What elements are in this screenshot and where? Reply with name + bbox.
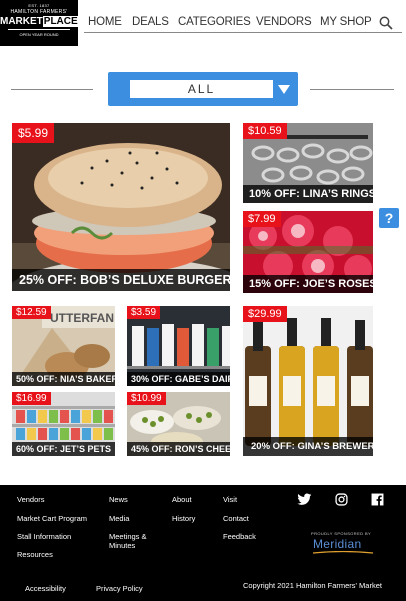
logo-wordmark: MARKETPLACE xyxy=(0,16,79,27)
footer-link-minutes[interactable]: Minutes xyxy=(109,541,135,550)
logo-market: MARKET xyxy=(0,16,43,27)
instagram-icon[interactable] xyxy=(335,493,348,506)
nav-divider xyxy=(84,32,402,33)
logo-place: PLACE xyxy=(42,16,79,27)
copyright: Copyright 2021 Hamilton Farmers' Market xyxy=(243,581,382,590)
category-filter-value: ALL xyxy=(130,80,273,98)
price-tag: $7.99 xyxy=(243,211,281,227)
footer-link-history[interactable]: History xyxy=(172,514,195,523)
price-tag: $29.99 xyxy=(243,306,287,322)
deal-caption: 30% OFF: GABE’S DAIRY xyxy=(127,372,230,386)
footer-link-privacy[interactable]: Privacy Policy xyxy=(96,584,143,593)
footer-link-accessibility[interactable]: Accessibility xyxy=(25,584,66,593)
footer-link-meetings[interactable]: Meetings & xyxy=(109,532,147,541)
search-icon[interactable] xyxy=(379,16,393,30)
help-icon[interactable]: ? xyxy=(379,208,399,228)
facebook-icon[interactable] xyxy=(371,493,384,506)
footer-link-about[interactable]: About xyxy=(172,495,192,504)
price-tag: $16.99 xyxy=(12,392,51,405)
footer-link-news[interactable]: News xyxy=(109,495,128,504)
category-filter-dropdown[interactable]: ALL xyxy=(108,72,298,106)
site-header: EST. 1837 HAMILTON FARMERS' MARKETPLACE … xyxy=(0,0,406,50)
sponsor-logo[interactable]: Meridian xyxy=(313,537,361,551)
site-logo[interactable]: EST. 1837 HAMILTON FARMERS' MARKETPLACE … xyxy=(0,0,79,46)
deal-card-bobs-burger[interactable]: $5.99 25% OFF: BOB’S DELUXE BURGER xyxy=(12,123,230,291)
chevron-down-icon[interactable] xyxy=(278,85,290,94)
nav-home[interactable]: HOME xyxy=(88,16,122,28)
deal-caption: 10% OFF: LINA’S RINGS xyxy=(243,185,373,203)
deal-card-joes-roses[interactable]: $7.99 15% OFF: JOE’S ROSES xyxy=(243,211,373,293)
deal-card-nias-bakery[interactable]: UTTERFAN $12.59 50% OFF: NIA’S BAKERY xyxy=(12,306,115,386)
price-tag: $5.99 xyxy=(12,123,55,143)
deal-caption: 20% OFF: GINA’S BREWERY xyxy=(243,437,373,456)
price-tag: $10.59 xyxy=(243,123,287,139)
deal-card-jets-pets[interactable]: $16.99 60% OFF: JET’S PETS xyxy=(12,392,115,456)
deal-card-gabes-dairy[interactable]: $3.59 30% OFF: GABE’S DAIRY xyxy=(127,306,230,386)
sponsor-label: PROUDLY SPONSORED BY xyxy=(311,531,372,536)
footer-link-feedback[interactable]: Feedback xyxy=(223,532,256,541)
divider-right xyxy=(310,89,394,90)
footer-link-vendors[interactable]: Vendors xyxy=(17,495,45,504)
footer-link-media[interactable]: Media xyxy=(109,514,129,523)
nav-deals[interactable]: DEALS xyxy=(132,16,169,28)
deal-caption: 25% OFF: BOB’S DELUXE BURGER xyxy=(12,269,230,291)
deal-card-rons-cheese[interactable]: $10.99 45% OFF: RON’S CHEESE xyxy=(127,392,230,456)
logo-org: HAMILTON FARMERS' xyxy=(10,9,68,15)
price-tag: $12.59 xyxy=(12,306,51,319)
deal-caption: 50% OFF: NIA’S BAKERY xyxy=(12,372,115,386)
burger-image xyxy=(12,123,230,291)
deal-caption: 45% OFF: RON’S CHEESE xyxy=(127,442,230,456)
logo-tagline: OPEN YEAR ROUND xyxy=(8,29,70,37)
price-tag: $3.59 xyxy=(127,306,161,319)
footer-link-visit[interactable]: Visit xyxy=(223,495,237,504)
twitter-icon[interactable] xyxy=(297,493,312,506)
footer-link-market-cart[interactable]: Market Cart Program xyxy=(17,514,87,523)
footer-link-stall-info[interactable]: Stall Information xyxy=(17,532,71,541)
footer-link-resources[interactable]: Resources xyxy=(17,550,53,559)
footer-link-contact[interactable]: Contact xyxy=(223,514,249,523)
sponsor-underline xyxy=(313,551,373,554)
nav-categories[interactable]: CATEGORIES xyxy=(178,16,251,28)
divider-left xyxy=(11,89,93,90)
nav-my-shop[interactable]: MY SHOP xyxy=(320,16,372,28)
brewery-image xyxy=(243,306,373,456)
bakery-sign-text: UTTERFAN xyxy=(50,311,114,325)
deal-card-ginas-brewery[interactable]: $29.99 20% OFF: GINA’S BREWERY xyxy=(243,306,373,456)
logo-est: EST. 1837 xyxy=(28,3,50,8)
deal-caption: 60% OFF: JET’S PETS xyxy=(12,442,115,456)
site-footer: Vendors Market Cart Program Stall Inform… xyxy=(0,485,406,601)
nav-vendors[interactable]: VENDORS xyxy=(256,16,312,28)
price-tag: $10.99 xyxy=(127,392,166,405)
deal-card-linas-rings[interactable]: $10.59 10% OFF: LINA’S RINGS xyxy=(243,123,373,203)
deal-caption: 15% OFF: JOE’S ROSES xyxy=(243,275,373,293)
